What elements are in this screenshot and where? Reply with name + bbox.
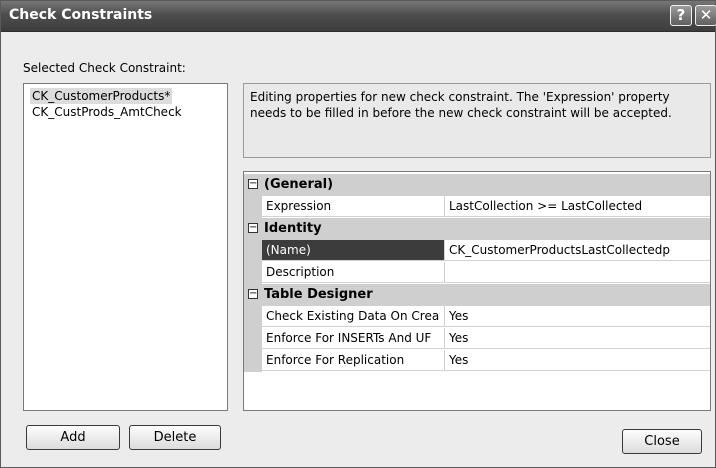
property-name: Description	[262, 262, 445, 283]
help-icon[interactable]: ?	[670, 5, 692, 26]
property-value[interactable]	[445, 262, 710, 283]
property-value[interactable]: Yes	[445, 328, 710, 349]
row-gutter	[244, 350, 262, 372]
row-gutter	[244, 196, 262, 218]
property-row-name[interactable]: (Name) CK_CustomerProductsLastCollectedp	[244, 240, 710, 262]
category-title: Identity	[264, 221, 322, 236]
property-name: Expression	[262, 196, 445, 217]
add-button[interactable]: Add	[26, 425, 120, 450]
property-row-check-existing[interactable]: Check Existing Data On Crea Yes	[244, 306, 710, 328]
property-name: Enforce For Replication	[262, 350, 445, 371]
collapse-icon[interactable]: −	[248, 289, 258, 299]
title-bar: Check Constraints ? ✕	[1, 1, 716, 32]
row-gutter	[244, 240, 262, 262]
list-item[interactable]: CK_CustProds_AmtCheck	[30, 104, 184, 120]
close-icon[interactable]: ✕	[695, 5, 716, 26]
category-table-designer[interactable]: − Table Designer	[244, 284, 710, 306]
property-row-enforce-inserts[interactable]: Enforce For INSERTs And UF Yes	[244, 328, 710, 350]
row-gutter	[244, 262, 262, 284]
property-value[interactable]: LastCollection >= LastCollected	[445, 196, 710, 217]
list-item[interactable]: CK_CustomerProducts*	[30, 88, 173, 104]
property-name: Enforce For INSERTs And UF	[262, 328, 445, 349]
property-grid: − (General) Expression LastCollection >=…	[243, 171, 711, 411]
property-name: Check Existing Data On Crea	[262, 306, 445, 327]
category-identity[interactable]: − Identity	[244, 218, 710, 240]
check-constraints-dialog: Check Constraints ? ✕ Selected Check Con…	[0, 0, 716, 468]
category-general[interactable]: − (General)	[244, 174, 710, 196]
property-row-enforce-replication[interactable]: Enforce For Replication Yes	[244, 350, 710, 372]
collapse-icon[interactable]: −	[248, 179, 258, 189]
selected-constraint-label: Selected Check Constraint:	[23, 61, 186, 75]
close-button[interactable]: Close	[622, 429, 702, 454]
constraint-list[interactable]: CK_CustomerProducts* CK_CustProds_AmtChe…	[23, 83, 228, 411]
category-title: (General)	[264, 177, 334, 192]
property-row-expression[interactable]: Expression LastCollection >= LastCollect…	[244, 196, 710, 218]
category-title: Table Designer	[264, 287, 373, 302]
property-value[interactable]: Yes	[445, 306, 710, 327]
row-gutter	[244, 328, 262, 350]
collapse-icon[interactable]: −	[248, 223, 258, 233]
window-title: Check Constraints	[9, 7, 153, 23]
description-panel: Editing properties for new check constra…	[243, 83, 711, 158]
property-row-description[interactable]: Description	[244, 262, 710, 284]
property-value[interactable]: Yes	[445, 350, 710, 371]
property-name: (Name)	[262, 240, 445, 261]
property-value[interactable]: CK_CustomerProductsLastCollectedp	[445, 240, 710, 261]
row-gutter	[244, 306, 262, 328]
delete-button[interactable]: Delete	[129, 425, 221, 450]
